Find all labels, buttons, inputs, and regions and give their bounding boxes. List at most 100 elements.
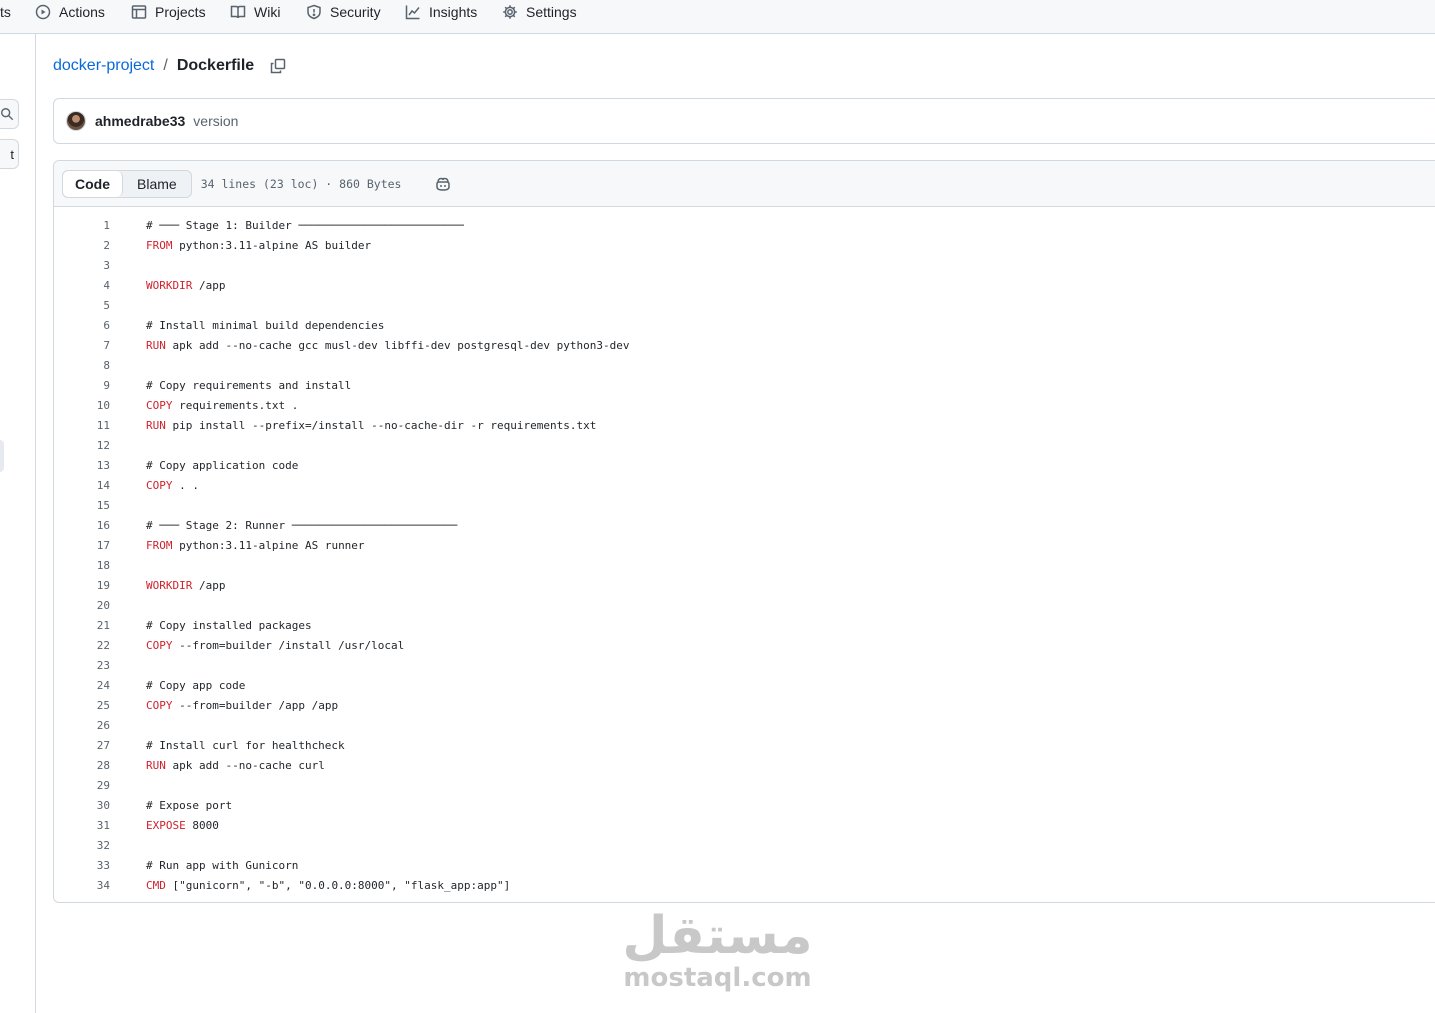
line-number[interactable]: 2 [54, 239, 110, 252]
line-text: # ─── Stage 2: Runner ──────────────────… [146, 518, 458, 532]
code-line[interactable]: 33 # Run app with Gunicorn [54, 855, 1435, 875]
nav-item-settings[interactable]: Settings [502, 0, 577, 24]
line-number[interactable]: 18 [54, 559, 110, 572]
code-line[interactable]: 10 COPY requirements.txt . [54, 395, 1435, 415]
line-number[interactable]: 28 [54, 759, 110, 772]
code-line[interactable]: 31 EXPOSE 8000 [54, 815, 1435, 835]
code-line[interactable]: 25 COPY --from=builder /app /app [54, 695, 1435, 715]
line-content: # ─── Stage 2: Runner ──────────────────… [146, 519, 457, 532]
line-number[interactable]: 19 [54, 579, 110, 592]
code-line[interactable]: 16 # ─── Stage 2: Runner ────────────────… [54, 515, 1435, 535]
code-line[interactable]: 5 [54, 295, 1435, 315]
line-number[interactable]: 13 [54, 459, 110, 472]
line-number[interactable]: 22 [54, 639, 110, 652]
line-number[interactable]: 31 [54, 819, 110, 832]
line-number[interactable]: 5 [54, 299, 110, 312]
line-number[interactable]: 11 [54, 419, 110, 432]
code-line[interactable]: 1 # ─── Stage 1: Builder ────────────────… [54, 215, 1435, 235]
code-line[interactable]: 18 [54, 555, 1435, 575]
code-line[interactable]: 34 CMD ["gunicorn", "-b", "0.0.0.0:8000",… [54, 875, 1435, 895]
line-number[interactable]: 25 [54, 699, 110, 712]
line-text: # Copy requirements and install [146, 378, 352, 392]
line-number[interactable]: 9 [54, 379, 110, 392]
code-line[interactable]: 15 [54, 495, 1435, 515]
line-number[interactable]: 34 [54, 879, 110, 892]
commit-author-link[interactable]: ahmedrabe33 [95, 113, 185, 129]
copilot-button[interactable] [434, 175, 452, 193]
code-line[interactable]: 3 [54, 255, 1435, 275]
line-number[interactable]: 12 [54, 439, 110, 452]
dockerfile-keyword: WORKDIR [146, 278, 193, 292]
line-text: --from=builder /app /app [172, 698, 339, 712]
tab-code[interactable]: Code [63, 170, 123, 197]
line-number[interactable]: 6 [54, 319, 110, 332]
line-content: CMD ["gunicorn", "-b", "0.0.0.0:8000", "… [146, 879, 510, 892]
dockerfile-keyword: COPY [146, 698, 173, 712]
commit-message-link[interactable]: version [193, 113, 238, 129]
line-number[interactable]: 32 [54, 839, 110, 852]
code-line[interactable]: 21 # Copy installed packages [54, 615, 1435, 635]
code-line[interactable]: 29 [54, 775, 1435, 795]
code-line[interactable]: 30 # Expose port [54, 795, 1435, 815]
code-line[interactable]: 8 [54, 355, 1435, 375]
code-line[interactable]: 6 # Install minimal build dependencies [54, 315, 1435, 335]
code-line[interactable]: 24 # Copy app code [54, 675, 1435, 695]
code-line[interactable]: 7 RUN apk add --no-cache gcc musl-dev lib… [54, 335, 1435, 355]
code-line[interactable]: 14 COPY . . [54, 475, 1435, 495]
breadcrumb-repo-link[interactable]: docker-project [53, 57, 154, 75]
line-number[interactable]: 10 [54, 399, 110, 412]
code-line[interactable]: 4 WORKDIR /app [54, 275, 1435, 295]
nav-item-wiki[interactable]: Wiki [230, 0, 280, 24]
code-line[interactable]: 9 # Copy requirements and install [54, 375, 1435, 395]
search-files-button[interactable] [0, 99, 19, 129]
code-line[interactable]: 11 RUN pip install --prefix=/install --no… [54, 415, 1435, 435]
code-line[interactable]: 28 RUN apk add --no-cache curl [54, 755, 1435, 775]
sidebar-selected-item[interactable] [0, 440, 4, 472]
code-line[interactable]: 23 [54, 655, 1435, 675]
line-number[interactable]: 17 [54, 539, 110, 552]
line-text: --from=builder /install /usr/local [172, 638, 405, 652]
nav-item-insights[interactable]: Insights [405, 0, 477, 24]
code-line[interactable]: 22 COPY --from=builder /install /usr/loca… [54, 635, 1435, 655]
line-number[interactable]: 15 [54, 499, 110, 512]
line-number[interactable]: 23 [54, 659, 110, 672]
code-line[interactable]: 2 FROM python:3.11-alpine AS builder [54, 235, 1435, 255]
code-line[interactable]: 32 [54, 835, 1435, 855]
code-line[interactable]: 19 WORKDIR /app [54, 575, 1435, 595]
line-number[interactable]: 24 [54, 679, 110, 692]
line-number[interactable]: 33 [54, 859, 110, 872]
line-number[interactable]: 16 [54, 519, 110, 532]
nav-item-actions[interactable]: Actions [35, 0, 105, 24]
line-number[interactable]: 27 [54, 739, 110, 752]
dockerfile-keyword: RUN [146, 338, 166, 352]
line-number[interactable]: 7 [54, 339, 110, 352]
tab-blame[interactable]: Blame [123, 171, 191, 197]
nav-label: Settings [526, 4, 577, 20]
dockerfile-keyword: RUN [146, 418, 166, 432]
line-number[interactable]: 1 [54, 219, 110, 232]
line-number[interactable]: 3 [54, 259, 110, 272]
line-number[interactable]: 29 [54, 779, 110, 792]
nav-item-pull-requests[interactable]: ts [0, 0, 11, 24]
line-number[interactable]: 26 [54, 719, 110, 732]
code-line[interactable]: 17 FROM python:3.11-alpine AS runner [54, 535, 1435, 555]
line-content: WORKDIR /app [146, 279, 225, 292]
line-number[interactable]: 20 [54, 599, 110, 612]
go-to-file-field[interactable]: t [0, 139, 19, 169]
nav-label: ts [0, 4, 11, 20]
code-line[interactable]: 27 # Install curl for healthcheck [54, 735, 1435, 755]
copy-path-button[interactable] [266, 54, 290, 78]
line-number[interactable]: 14 [54, 479, 110, 492]
nav-item-security[interactable]: Security [306, 0, 381, 24]
code-line[interactable]: 20 [54, 595, 1435, 615]
avatar[interactable] [66, 111, 86, 131]
code-line[interactable]: 26 [54, 715, 1435, 735]
nav-item-projects[interactable]: Projects [131, 0, 206, 24]
code-line[interactable]: 12 [54, 435, 1435, 455]
line-number[interactable]: 8 [54, 359, 110, 372]
code-line[interactable]: 13 # Copy application code [54, 455, 1435, 475]
table-icon [131, 5, 147, 19]
line-number[interactable]: 21 [54, 619, 110, 632]
line-number[interactable]: 30 [54, 799, 110, 812]
line-number[interactable]: 4 [54, 279, 110, 292]
